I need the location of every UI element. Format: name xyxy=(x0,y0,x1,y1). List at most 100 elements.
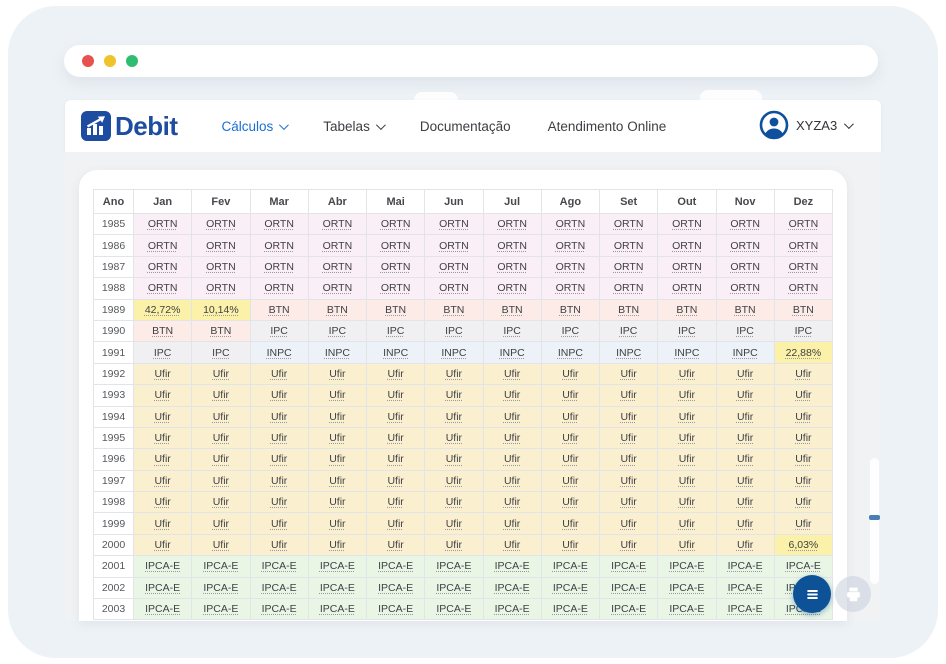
index-link[interactable]: ORTN xyxy=(672,282,702,294)
index-link[interactable]: Ufir xyxy=(795,411,811,423)
index-link[interactable]: BTN xyxy=(152,325,173,337)
index-link[interactable]: Ufir xyxy=(154,475,170,487)
index-link[interactable]: Ufir xyxy=(387,368,403,380)
index-link[interactable]: ORTN xyxy=(614,261,644,273)
index-link[interactable]: 42,72% xyxy=(145,304,181,316)
index-link[interactable]: ORTN xyxy=(672,261,702,273)
index-link[interactable]: Ufir xyxy=(154,453,170,465)
index-link[interactable]: Ufir xyxy=(620,539,636,551)
index-link[interactable]: ORTN xyxy=(789,282,819,294)
index-link[interactable]: ORTN xyxy=(556,261,586,273)
index-link[interactable]: IPC xyxy=(620,325,638,337)
index-link[interactable]: Ufir xyxy=(737,389,753,401)
index-link[interactable]: Ufir xyxy=(446,518,462,530)
index-link[interactable]: IPCA-E xyxy=(669,603,704,615)
index-link[interactable]: Ufir xyxy=(271,453,287,465)
index-link[interactable]: ORTN xyxy=(148,282,178,294)
index-link[interactable]: Ufir xyxy=(504,453,520,465)
index-link[interactable]: ORTN xyxy=(439,218,469,230)
index-link[interactable]: IPC xyxy=(387,325,405,337)
index-link[interactable]: Ufir xyxy=(329,368,345,380)
user-menu[interactable]: XYZA3 xyxy=(759,110,851,140)
index-link[interactable]: IPCA-E xyxy=(611,603,646,615)
index-link[interactable]: Ufir xyxy=(620,496,636,508)
index-link[interactable]: Ufir xyxy=(387,518,403,530)
index-link[interactable]: ORTN xyxy=(497,282,527,294)
index-link[interactable]: IPCA-E xyxy=(436,560,471,572)
index-link[interactable]: Ufir xyxy=(329,453,345,465)
index-link[interactable]: IPCA-E xyxy=(495,560,530,572)
index-link[interactable]: ORTN xyxy=(264,218,294,230)
index-link[interactable]: Ufir xyxy=(504,368,520,380)
index-link[interactable]: Ufir xyxy=(620,475,636,487)
index-link[interactable]: Ufir xyxy=(737,411,753,423)
index-link[interactable]: Ufir xyxy=(329,411,345,423)
index-link[interactable]: ORTN xyxy=(789,240,819,252)
index-link[interactable]: ORTN xyxy=(672,218,702,230)
index-link[interactable]: IPC xyxy=(562,325,580,337)
index-link[interactable]: IPCA-E xyxy=(436,603,471,615)
index-link[interactable]: Ufir xyxy=(446,453,462,465)
index-link[interactable]: ORTN xyxy=(264,282,294,294)
index-link[interactable]: IPCA-E xyxy=(728,560,763,572)
index-link[interactable]: 10,14% xyxy=(203,304,239,316)
index-link[interactable]: ORTN xyxy=(381,261,411,273)
index-link[interactable]: Ufir xyxy=(271,475,287,487)
index-link[interactable]: ORTN xyxy=(556,240,586,252)
index-link[interactable]: IPCA-E xyxy=(728,603,763,615)
index-link[interactable]: IPCA-E xyxy=(203,560,238,572)
index-link[interactable]: INPC xyxy=(267,347,292,359)
nav-item-calculos[interactable]: Cálculos xyxy=(222,119,287,134)
index-link[interactable]: Ufir xyxy=(387,453,403,465)
index-link[interactable]: Ufir xyxy=(795,368,811,380)
traffic-light-close-button[interactable] xyxy=(82,55,94,67)
index-link[interactable]: Ufir xyxy=(562,475,578,487)
index-link[interactable]: ORTN xyxy=(206,261,236,273)
index-link[interactable]: Ufir xyxy=(679,432,695,444)
index-link[interactable]: IPC xyxy=(678,325,696,337)
index-link[interactable]: ORTN xyxy=(730,261,760,273)
index-link[interactable]: Ufir xyxy=(562,411,578,423)
index-link[interactable]: Ufir xyxy=(737,518,753,530)
index-link[interactable]: Ufir xyxy=(504,432,520,444)
index-link[interactable]: ORTN xyxy=(439,240,469,252)
index-link[interactable]: 22,88% xyxy=(786,347,822,359)
index-link[interactable]: Ufir xyxy=(620,389,636,401)
index-link[interactable]: BTN xyxy=(327,304,348,316)
index-link[interactable]: Ufir xyxy=(446,496,462,508)
index-link[interactable]: Ufir xyxy=(620,411,636,423)
index-link[interactable]: Ufir xyxy=(329,539,345,551)
index-link[interactable]: Ufir xyxy=(504,539,520,551)
index-link[interactable]: Ufir xyxy=(154,432,170,444)
index-link[interactable]: Ufir xyxy=(213,518,229,530)
index-link[interactable]: IPCA-E xyxy=(553,603,588,615)
index-link[interactable]: Ufir xyxy=(213,432,229,444)
scrollbar-thumb[interactable] xyxy=(869,515,880,520)
index-link[interactable]: ORTN xyxy=(148,240,178,252)
index-link[interactable]: IPCA-E xyxy=(495,603,530,615)
traffic-light-maximize-button[interactable] xyxy=(126,55,138,67)
index-link[interactable]: IPCA-E xyxy=(378,582,413,594)
index-link[interactable]: INPC xyxy=(733,347,758,359)
index-link[interactable]: Ufir xyxy=(213,411,229,423)
index-link[interactable]: Ufir xyxy=(737,368,753,380)
index-link[interactable]: INPC xyxy=(325,347,350,359)
index-link[interactable]: IPC xyxy=(736,325,754,337)
index-link[interactable]: ORTN xyxy=(614,240,644,252)
index-link[interactable]: Ufir xyxy=(679,475,695,487)
index-link[interactable]: Ufir xyxy=(213,496,229,508)
index-link[interactable]: ORTN xyxy=(730,218,760,230)
index-link[interactable]: ORTN xyxy=(381,240,411,252)
index-link[interactable]: BTN xyxy=(735,304,756,316)
index-link[interactable]: Ufir xyxy=(387,496,403,508)
index-link[interactable]: IPCA-E xyxy=(611,582,646,594)
index-link[interactable]: ORTN xyxy=(206,282,236,294)
index-link[interactable]: ORTN xyxy=(439,282,469,294)
index-link[interactable]: 6,03% xyxy=(788,539,818,551)
index-link[interactable]: Ufir xyxy=(795,475,811,487)
index-link[interactable]: Ufir xyxy=(504,389,520,401)
index-link[interactable]: Ufir xyxy=(271,539,287,551)
index-link[interactable]: INPC xyxy=(500,347,525,359)
index-link[interactable]: Ufir xyxy=(795,496,811,508)
index-link[interactable]: Ufir xyxy=(737,475,753,487)
